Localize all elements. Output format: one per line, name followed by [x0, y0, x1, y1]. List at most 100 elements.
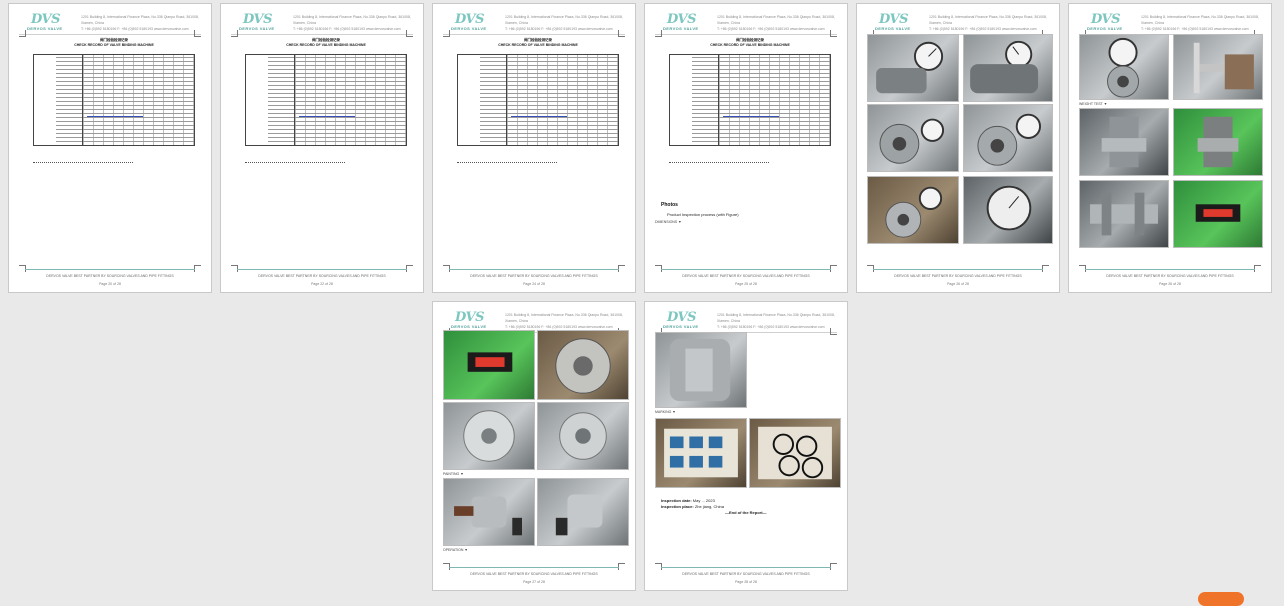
header-address: 1201 Building 8, International Finance P… — [929, 15, 1047, 25]
check-record-form: 阀门检验检测记录 CHECK RECORD OF VALVE BINDING M… — [457, 38, 619, 154]
inspection-date-label: Inspection date: — [661, 498, 692, 503]
photo-pressure-display — [1173, 180, 1263, 248]
company-logo: DVS — [667, 310, 697, 325]
page-header: DVS DERVOS VALVE 1201 Building 8, Intern… — [659, 310, 837, 332]
photo-display-reading — [443, 330, 535, 400]
handwritten-entry — [511, 108, 567, 117]
check-record-form: 阀门检验检测记录 CHECK RECORD OF VALVE BINDING M… — [245, 38, 407, 154]
footer-text: DERVOS VALVE BEST PARTNER BY SOURCING VA… — [46, 274, 174, 278]
photo-caliper — [1173, 34, 1263, 100]
photo-gauge-2 — [963, 34, 1053, 102]
page-thumbnail-7[interactable]: DVS DERVOS VALVE 1201 Building 8, Intern… — [432, 301, 636, 591]
photo-gauge-4 — [963, 104, 1053, 172]
form-table — [245, 54, 407, 146]
page-number: Page 24 of 28 — [523, 282, 545, 286]
logo-subtitle: DERVOS VALVE — [239, 26, 275, 31]
header-contact: T: +86 (0)592 5180196 F: +86 (0)592 5180… — [717, 325, 825, 329]
form-title-en: CHECK RECORD OF VALVE BINDING MACHINE — [498, 43, 578, 47]
page-thumbnail-6[interactable]: DVS DERVOS VALVE 1201 Building 8, Intern… — [1068, 3, 1272, 293]
operation-caption: OPERATION ▼ — [443, 548, 468, 552]
logo-subtitle: DERVOS VALVE — [663, 324, 699, 329]
page-number: Page 27 of 28 — [523, 580, 545, 584]
inspection-place-value: Zhe jiang, China — [694, 504, 724, 509]
header-contact: T: +86 (0)592 5180196 F: +86 (0)592 5180… — [81, 27, 189, 31]
header-contact: T: +86 (0)592 5180196 F: +86 (0)592 5180… — [717, 27, 825, 31]
painting-caption: PAINTING ▼ — [443, 472, 464, 476]
form-table — [457, 54, 619, 146]
page-thumbnail-8[interactable]: DVS DERVOS VALVE 1201 Building 8, Intern… — [644, 301, 848, 591]
photo-packing-crate-1 — [655, 418, 747, 488]
form-title-en: CHECK RECORD OF VALVE BINDING MACHINE — [74, 43, 154, 47]
handwritten-entry — [299, 108, 355, 117]
form-table — [669, 54, 831, 146]
header-address: 1201 Building 8, International Finance P… — [717, 15, 835, 25]
header-address: 1201 Building 8, International Finance P… — [1141, 15, 1259, 25]
company-logo: DVS — [879, 12, 909, 27]
footer-text: DERVOS VALVE BEST PARTNER BY SOURCING VA… — [470, 572, 598, 576]
page-thumbnail-2[interactable]: DVS DERVOS VALVE 1201 Building 8, Intern… — [220, 3, 424, 293]
page-header: DVS DERVOS VALVE 1201 Building 8, Intern… — [235, 12, 413, 34]
photo-caption: WEIGHT TEST ▼ — [1079, 102, 1108, 106]
header-address: 1201 Building 8, International Finance P… — [717, 313, 835, 323]
footer-text: DERVOS VALVE BEST PARTNER BY SOURCING VA… — [470, 274, 598, 278]
photo-gauge-1 — [867, 34, 959, 102]
signature-row — [245, 156, 345, 163]
company-logo: DVS — [243, 12, 273, 27]
page-thumbnail-5[interactable]: DVS DERVOS VALVE 1201 Building 8, Intern… — [856, 3, 1060, 293]
marking-caption: MARKING ▼ — [655, 410, 676, 414]
photo-test-rig-2 — [1173, 108, 1263, 176]
page-header: DVS DERVOS VALVE 1201 Building 8, Intern… — [1083, 12, 1261, 34]
logo-subtitle: DERVOS VALVE — [875, 26, 911, 31]
page-number: Page 25 of 28 — [735, 282, 757, 286]
end-of-report: —End of the Report— — [725, 510, 767, 515]
header-address: 1201 Building 8, International Finance P… — [293, 15, 411, 25]
page-header: DVS DERVOS VALVE 1201 Building 8, Intern… — [659, 12, 837, 34]
header-contact: T: +86 (0)592 5180196 F: +86 (0)592 5180… — [293, 27, 401, 31]
company-logo: DVS — [667, 12, 697, 27]
logo-subtitle: DERVOS VALVE — [451, 26, 487, 31]
footer-text: DERVOS VALVE BEST PARTNER BY SOURCING VA… — [682, 274, 810, 278]
page-thumbnail-3[interactable]: DVS DERVOS VALVE 1201 Building 8, Intern… — [432, 3, 636, 293]
photo-gauge-flange — [1079, 34, 1169, 100]
photo-valve-flange-1 — [443, 402, 535, 470]
logo-subtitle: DERVOS VALVE — [451, 324, 487, 329]
logo-subtitle: DERVOS VALVE — [27, 26, 63, 31]
footer-text: DERVOS VALVE BEST PARTNER BY SOURCING VA… — [682, 572, 810, 576]
logo-subtitle: DERVOS VALVE — [663, 26, 699, 31]
header-address: 1201 Building 8, International Finance P… — [505, 15, 623, 25]
page-thumbnail-1[interactable]: DVS DERVOS VALVE 1201 Building 8, Intern… — [8, 3, 212, 293]
photo-operation-2 — [537, 478, 629, 546]
signature-row — [33, 156, 133, 163]
company-logo: DVS — [1091, 12, 1121, 27]
form-title-en: CHECK RECORD OF VALVE BINDING MACHINE — [286, 43, 366, 47]
footer-divider — [25, 269, 195, 270]
inspection-date-value: May ... 2023 — [692, 498, 715, 503]
handwritten-entry — [87, 108, 143, 117]
photo-packing-crate-2 — [749, 418, 841, 488]
header-contact: T: +86 (0)592 5180196 F: +86 (0)592 5180… — [929, 27, 1037, 31]
company-logo: DVS — [31, 12, 61, 27]
page-number: Page 26 of 28 — [1159, 282, 1181, 286]
photo-gauge-5 — [867, 176, 959, 244]
page-number: Page 22 of 28 — [311, 282, 333, 286]
company-logo: DVS — [455, 310, 485, 325]
logo-subtitle: DERVOS VALVE — [1087, 26, 1123, 31]
photos-heading: Photos — [661, 202, 678, 208]
header-contact: T: +86 (0)592 5180196 F: +86 (0)592 5180… — [1141, 27, 1249, 31]
page-header: DVS DERVOS VALVE 1201 Building 8, Intern… — [871, 12, 1049, 34]
footer-text: DERVOS VALVE BEST PARTNER BY SOURCING VA… — [1106, 274, 1234, 278]
photo-flange-face — [537, 330, 629, 400]
page-thumbnail-4[interactable]: DVS DERVOS VALVE 1201 Building 8, Intern… — [644, 3, 848, 293]
header-contact: T: +86 (0)592 5180196 F: +86 (0)592 5180… — [505, 27, 613, 31]
photo-gauge-3 — [867, 104, 959, 172]
photo-valve-flange-2 — [537, 402, 629, 470]
form-title-en: CHECK RECORD OF VALVE BINDING MACHINE — [710, 43, 790, 47]
page-header: DVS DERVOS VALVE 1201 Building 8, Intern… — [447, 310, 625, 332]
signature-row — [457, 156, 557, 163]
floating-action-tab[interactable] — [1198, 592, 1244, 606]
page-number: Page 28 of 28 — [735, 580, 757, 584]
page-header: DVS DERVOS VALVE 1201 Building 8, Intern… — [447, 12, 625, 34]
form-table — [33, 54, 195, 146]
footer-text: DERVOS VALVE BEST PARTNER BY SOURCING VA… — [258, 274, 386, 278]
handwritten-entry — [723, 108, 779, 117]
